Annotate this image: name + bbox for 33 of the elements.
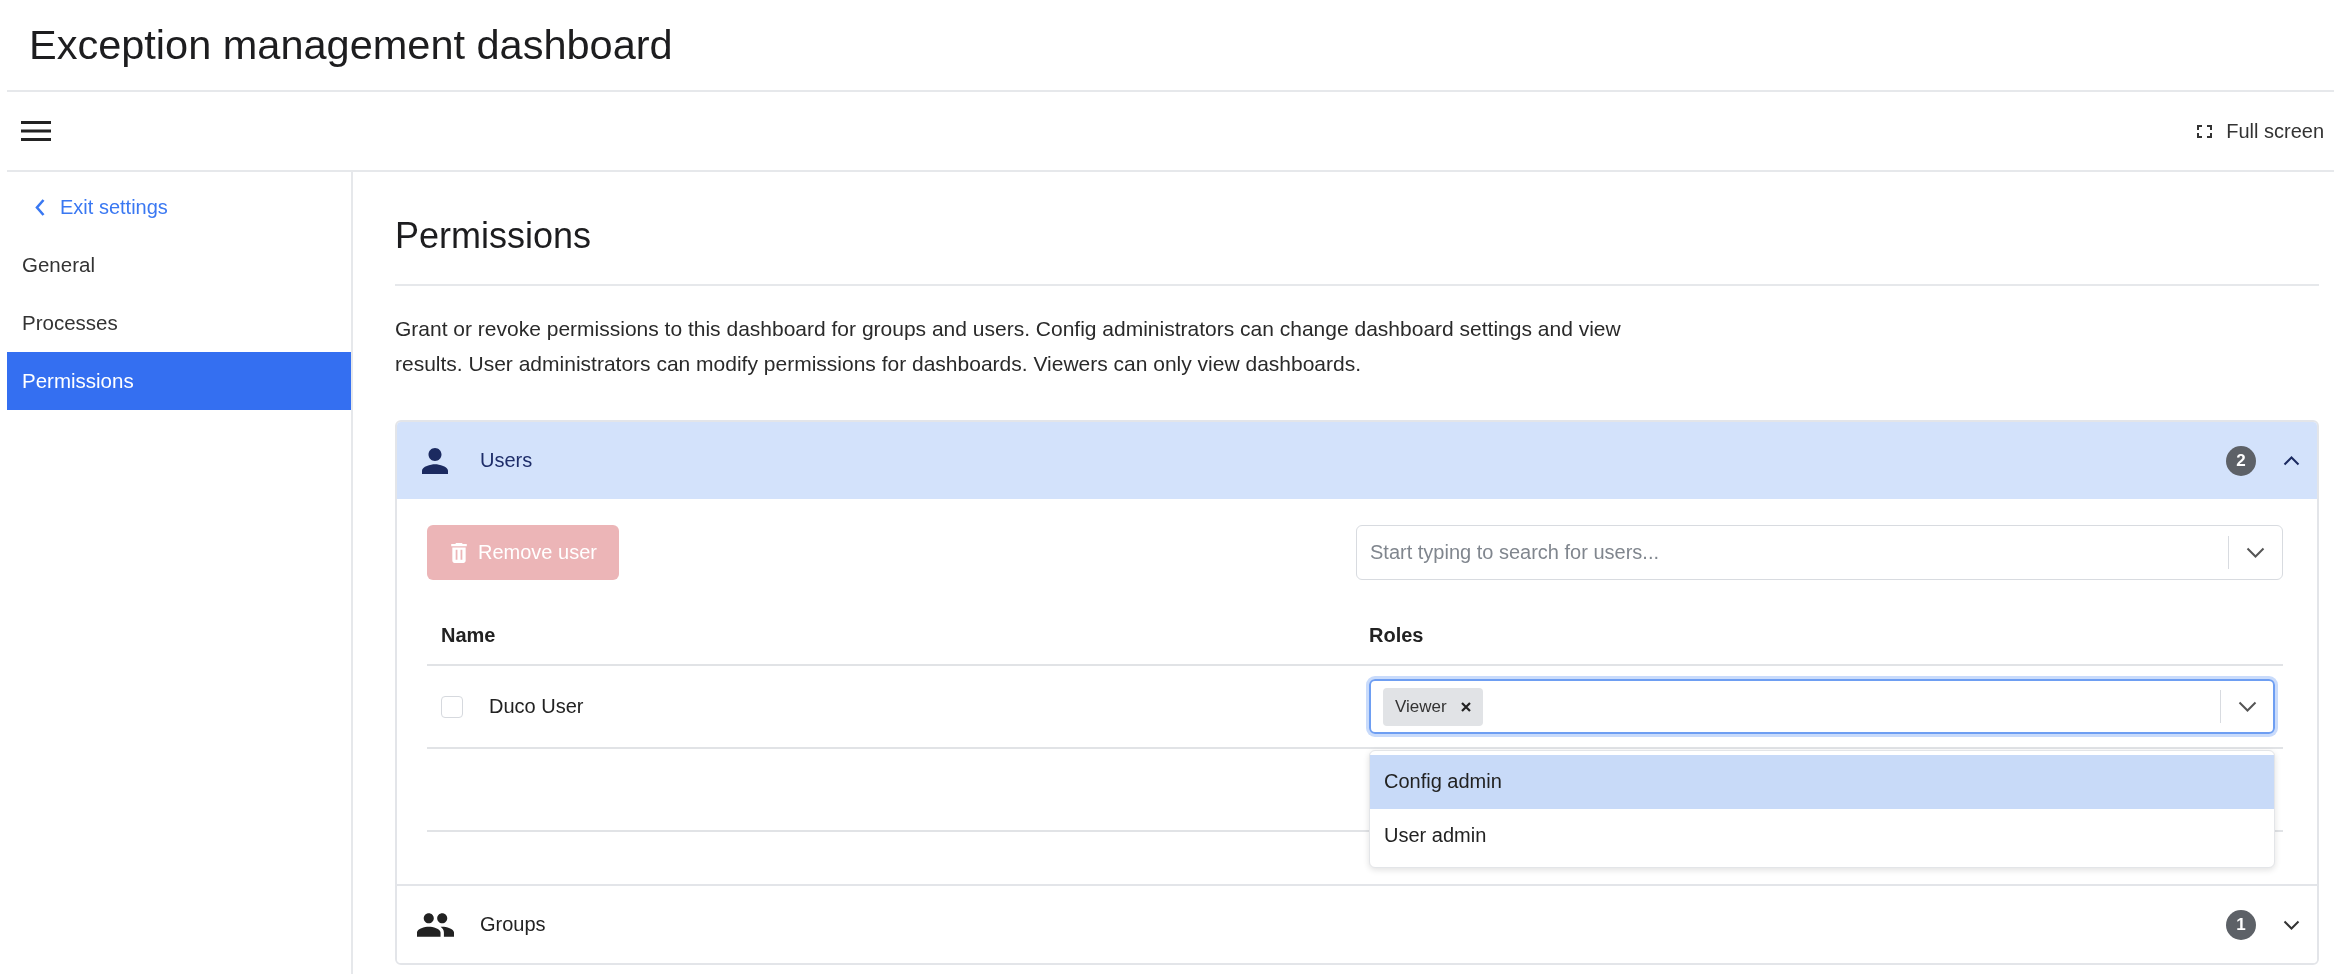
user-search-field[interactable]: Start typing to search for users... [1356, 525, 2283, 580]
dropdown-option[interactable]: User admin [1370, 808, 2274, 863]
role-tag-label: Viewer [1395, 696, 1447, 717]
page-heading: Permissions [395, 214, 593, 258]
fullscreen-icon [2197, 124, 2213, 138]
chevron-down-icon[interactable] [2245, 547, 2265, 558]
menu-icon[interactable] [21, 121, 51, 141]
person-icon [422, 447, 448, 474]
column-header: Roles [1369, 623, 1424, 646]
dropdown-option[interactable]: Config admin [1370, 754, 2274, 809]
column-header: Name [441, 623, 496, 646]
trash-icon [451, 542, 467, 563]
row-checkbox[interactable] [441, 695, 463, 718]
section-title: Users [480, 449, 534, 472]
section-header[interactable]: Users 2 [397, 422, 2317, 499]
remove-icon[interactable] [1460, 701, 1471, 712]
full-screen-button[interactable]: Full screen [2197, 119, 2324, 143]
chevron-down-icon [2283, 919, 2300, 930]
dashboard-title: Exception management dashboard [29, 21, 673, 69]
roles-select[interactable]: Viewer [1369, 679, 2275, 734]
chevron-left-icon [34, 197, 46, 217]
exit-settings-link[interactable]: Exit settings [7, 178, 351, 236]
count-badge: 1 [2226, 909, 2256, 940]
section-title: Groups [480, 913, 547, 936]
count-badge: 2 [2226, 445, 2256, 476]
user-name: Duco User [489, 695, 584, 718]
page-description: Grant or revoke permissions to this dashboard for groups and users. Config administrators can change dashboard settings and view results. User administrators can modify permissions for dashboards. Viewers can only view dashboards. [395, 316, 1622, 377]
sidebar-item[interactable]: Permissions [7, 352, 351, 410]
sidebar-item[interactable]: General [7, 236, 351, 294]
chevron-down-icon [2237, 701, 2257, 712]
people-icon [416, 912, 454, 937]
sidebar-item[interactable]: Processes [7, 294, 351, 352]
chevron-up-icon [2283, 455, 2300, 466]
